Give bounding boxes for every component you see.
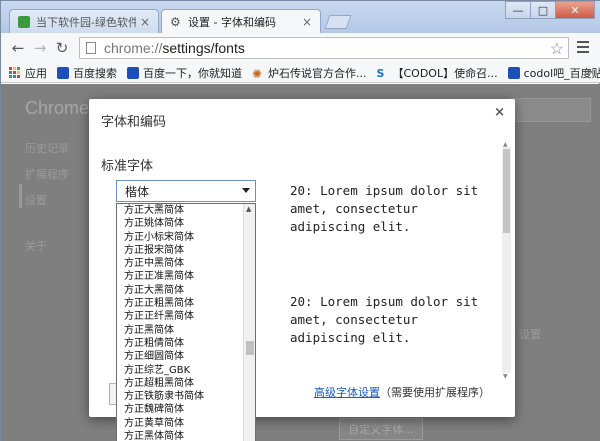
url-scheme: chrome:// (104, 40, 163, 56)
page-icon (86, 42, 96, 54)
close-window-button[interactable]: ✕ (555, 1, 595, 19)
custom-font-button: 自定义字体... (339, 418, 423, 440)
scroll-up-icon[interactable]: ▲ (246, 205, 251, 213)
font-option[interactable]: 方正细圆简体 (117, 350, 243, 363)
scrollbar-thumb[interactable] (503, 149, 510, 233)
font-preview-standard: 20: Lorem ipsum dolor sit amet, consecte… (290, 183, 479, 234)
standard-font-heading: 标准字体 (101, 159, 154, 174)
toolbar: ← → ↻ chrome://settings/fonts ☆ (1, 33, 600, 63)
bookmark-label: 【CODOL】使命召... (392, 66, 498, 80)
s-icon: S (376, 66, 385, 80)
tab-close-icon[interactable]: × (302, 15, 312, 29)
bookmark-apps[interactable]: 应用 (9, 65, 47, 81)
tab-settings-fonts[interactable]: ⚙ 设置 - 字体和编码 × (161, 9, 321, 33)
bookmark-baidu-index[interactable]: 百度搜索 (57, 65, 117, 81)
font-option[interactable]: 方正超粗黑简体 (117, 377, 243, 390)
tab-title: 当下软件园-绿色软件_最新 (36, 15, 136, 29)
font-option[interactable]: 方正黑简体 (117, 324, 243, 337)
font-options: 方正大黑简体 方正姚体简体 方正小标宋简体 方正报宋简体 方正中黑简体 方正正准黑简体 方正… (117, 204, 243, 441)
back-arrow-icon[interactable]: ← (7, 37, 29, 59)
sidebar-item-extensions: 扩展程序 (25, 168, 69, 181)
dropdown-scrollbar[interactable]: ▲ (243, 204, 255, 441)
bookmark-star-icon[interactable]: ☆ (550, 39, 564, 59)
browser-window: 当下软件园-绿色软件_最新 × ⚙ 设置 - 字体和编码 × — □ ✕ ← →… (0, 0, 600, 441)
address-bar[interactable]: chrome://settings/fonts ☆ (79, 37, 569, 59)
site-favicon-icon (18, 15, 30, 28)
baidu-paw-icon (127, 66, 139, 79)
font-option[interactable]: 方正粗倩简体 (117, 337, 243, 350)
font-option[interactable]: 方正魏碑简体 (117, 403, 243, 416)
window-controls: — □ ✕ (505, 1, 595, 19)
advanced-note: （需要使用扩展程序） (380, 386, 490, 399)
font-option[interactable]: 方正报宋简体 (117, 244, 243, 257)
standard-font-select[interactable]: 楷体 (116, 180, 256, 202)
font-option[interactable]: 方正小标宋简体 (117, 231, 243, 244)
font-option[interactable]: 方正黄草简体 (117, 417, 243, 430)
apps-grid-icon (9, 66, 21, 79)
bookmark-codol[interactable]: S 【CODOL】使命召... (377, 65, 498, 81)
bookmark-hearthstone[interactable]: ✺ 炉石传说官方合作... (252, 65, 367, 81)
selected-font: 楷体 (125, 184, 150, 199)
bookmark-label: 炉石传说官方合作... (268, 66, 367, 80)
dialog-title: 字体和编码 (101, 115, 167, 130)
close-icon[interactable]: × (494, 105, 505, 120)
tab-downxia[interactable]: 当下软件园-绿色软件_最新 × (9, 9, 159, 33)
tab-strip: 当下软件园-绿色软件_最新 × ⚙ 设置 - 字体和编码 × — □ ✕ (1, 1, 600, 33)
hearthstone-icon: ✺ (252, 66, 263, 81)
font-option[interactable]: 方正大黑简体 (117, 284, 243, 297)
font-option[interactable]: 方正大黑简体 (117, 204, 243, 217)
font-option[interactable]: 方正综艺_GBK (117, 364, 243, 377)
bookmark-label: 应用 (25, 66, 47, 80)
chevron-down-icon (242, 188, 250, 193)
new-tab-button[interactable] (324, 15, 352, 29)
font-option[interactable]: 方正中黑简体 (117, 257, 243, 270)
font-option[interactable]: 方正正纤黑简体 (117, 310, 243, 323)
baidu-paw-icon (507, 66, 520, 79)
scroll-up-icon[interactable]: ▲ (503, 141, 508, 148)
sidebar-item-history: 历史记录 (25, 142, 69, 155)
hamburger-menu-icon[interactable] (577, 41, 589, 56)
font-option[interactable]: 方正黑体简体 (117, 430, 243, 441)
tab-close-icon[interactable]: × (140, 15, 150, 29)
dialog-footer: 高级字体设置（需要使用扩展程序） (314, 384, 490, 400)
dialog-scrollbar[interactable]: ▲ ▼ (502, 141, 511, 380)
bookmark-label: 百度一下，你就知道 (143, 66, 242, 80)
font-dropdown-list[interactable]: 方正大黑简体 方正姚体简体 方正小标宋简体 方正报宋简体 方正中黑简体 方正正准黑简体 方正… (116, 203, 256, 441)
forward-arrow-icon[interactable]: → (29, 37, 51, 59)
settings-link: 设置 (519, 328, 541, 341)
font-option[interactable]: 方正正准黑简体 (117, 270, 243, 283)
font-option[interactable]: 方正姚体简体 (117, 217, 243, 230)
maximize-button[interactable]: □ (530, 1, 556, 19)
bookmarks-bar: 应用 百度搜索 百度一下，你就知道 ✺ 炉石传说官方合作... S 【CODOL… (1, 63, 600, 83)
sidebar-item-about: 关于 (25, 240, 47, 253)
gear-icon: ⚙ (170, 14, 181, 29)
scroll-down-icon[interactable]: ▼ (503, 373, 508, 380)
sidebar-active-marker (19, 184, 22, 208)
advanced-font-settings-link[interactable]: 高级字体设置 (314, 386, 380, 399)
font-preview-secondary: 20: Lorem ipsum dolor sit amet, consecte… (290, 294, 479, 345)
search-input (511, 98, 591, 122)
baidu-paw-icon (57, 66, 69, 79)
bookmark-baidu[interactable]: 百度一下，你就知道 (127, 65, 242, 81)
sidebar-item-settings: 设置 (25, 194, 47, 207)
more-bookmarks-chevron-icon[interactable]: » (586, 65, 593, 78)
font-option[interactable]: 方正铁筋隶书简体 (117, 390, 243, 403)
url-path: settings/fonts (162, 40, 245, 56)
tab-title: 设置 - 字体和编码 (188, 15, 276, 29)
page-title: Chrome (25, 98, 90, 118)
font-option[interactable]: 方正正粗黑简体 (117, 297, 243, 310)
scrollbar-thumb[interactable] (246, 341, 254, 355)
reload-icon[interactable]: ↻ (51, 37, 73, 59)
minimize-button[interactable]: — (505, 1, 531, 19)
bookmark-label: 百度搜索 (73, 66, 117, 80)
